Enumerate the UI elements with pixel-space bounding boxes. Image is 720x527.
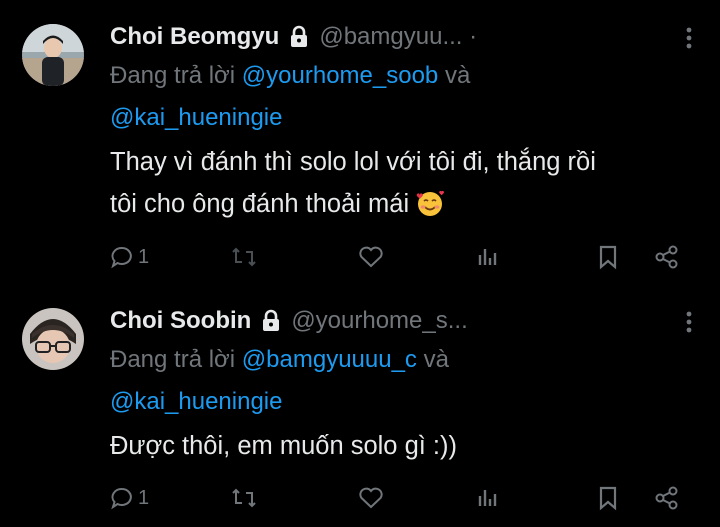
tweet-text-line-1: Được thôi, em muốn solo gì :))	[110, 432, 457, 460]
bookmark-button[interactable]	[596, 242, 620, 272]
replying-to: Đang trả lời @yourhome_soob và	[110, 62, 470, 90]
views-icon	[476, 486, 500, 510]
mention-link[interactable]: @bamgyuuuu_c	[242, 346, 417, 373]
display-name[interactable]: Choi Beomgyu	[110, 23, 279, 51]
display-name[interactable]: Choi Soobin	[110, 307, 251, 335]
handle[interactable]: @yourhome_s...	[291, 307, 467, 335]
heart-icon	[358, 245, 384, 269]
avatar[interactable]	[22, 24, 84, 86]
bookmark-button[interactable]	[596, 483, 620, 513]
retweet-button[interactable]	[230, 483, 258, 513]
tweet-text-line-2-text: tôi cho ông đánh thoải mái	[110, 190, 410, 218]
views-button[interactable]	[476, 242, 500, 272]
avatar[interactable]	[22, 308, 84, 370]
like-button[interactable]	[358, 483, 384, 513]
retweet-button[interactable]	[230, 242, 258, 272]
share-icon	[654, 485, 680, 511]
reply-and: và	[423, 346, 449, 373]
handle[interactable]: @bamgyuu... ·	[319, 23, 477, 51]
retweet-icon	[230, 486, 258, 510]
share-button[interactable]	[654, 483, 680, 513]
replying-to: Đang trả lời @bamgyuuuu_c và	[110, 346, 449, 374]
bookmark-icon	[596, 485, 620, 511]
tweet-beomgyu[interactable]: Choi Beomgyu @bamgyuu... · Đang trả lời …	[0, 0, 720, 290]
mention-link[interactable]: @yourhome_soob	[242, 62, 438, 89]
share-button[interactable]	[654, 242, 680, 272]
action-bar: 1	[110, 483, 690, 513]
tweet-text-line-2: tôi cho ông đánh thoải mái	[110, 186, 445, 228]
reply-button[interactable]: 1	[110, 483, 149, 513]
more-options-icon[interactable]	[686, 310, 692, 334]
reply-count: 1	[138, 486, 150, 509]
heart-icon	[358, 486, 384, 510]
views-icon	[476, 245, 500, 269]
tweet-soobin[interactable]: Choi Soobin @yourhome_s... Đang trả lời …	[0, 290, 720, 527]
retweet-icon	[230, 245, 258, 269]
lock-icon	[261, 309, 281, 333]
like-button[interactable]	[358, 242, 384, 272]
reply-and: và	[444, 62, 471, 89]
reply-button[interactable]: 1	[110, 242, 149, 272]
smiling-face-with-hearts-icon	[415, 188, 445, 228]
views-button[interactable]	[476, 483, 500, 513]
reply-icon	[110, 486, 134, 510]
mention-link[interactable]: @kai_hueningie	[110, 388, 283, 415]
mention-link[interactable]: @kai_hueningie	[110, 104, 283, 131]
share-icon	[654, 244, 680, 270]
reply-prefix: Đang trả lời	[110, 346, 236, 373]
more-options-icon[interactable]	[686, 26, 692, 50]
reply-count: 1	[138, 245, 150, 268]
bookmark-icon	[596, 244, 620, 270]
lock-icon	[289, 25, 309, 49]
action-bar: 1	[110, 242, 690, 272]
reply-prefix: Đang trả lời	[110, 62, 236, 89]
reply-icon	[110, 245, 134, 269]
tweet-text-line-1: Thay vì đánh thì solo lol với tôi đi, th…	[110, 148, 596, 176]
